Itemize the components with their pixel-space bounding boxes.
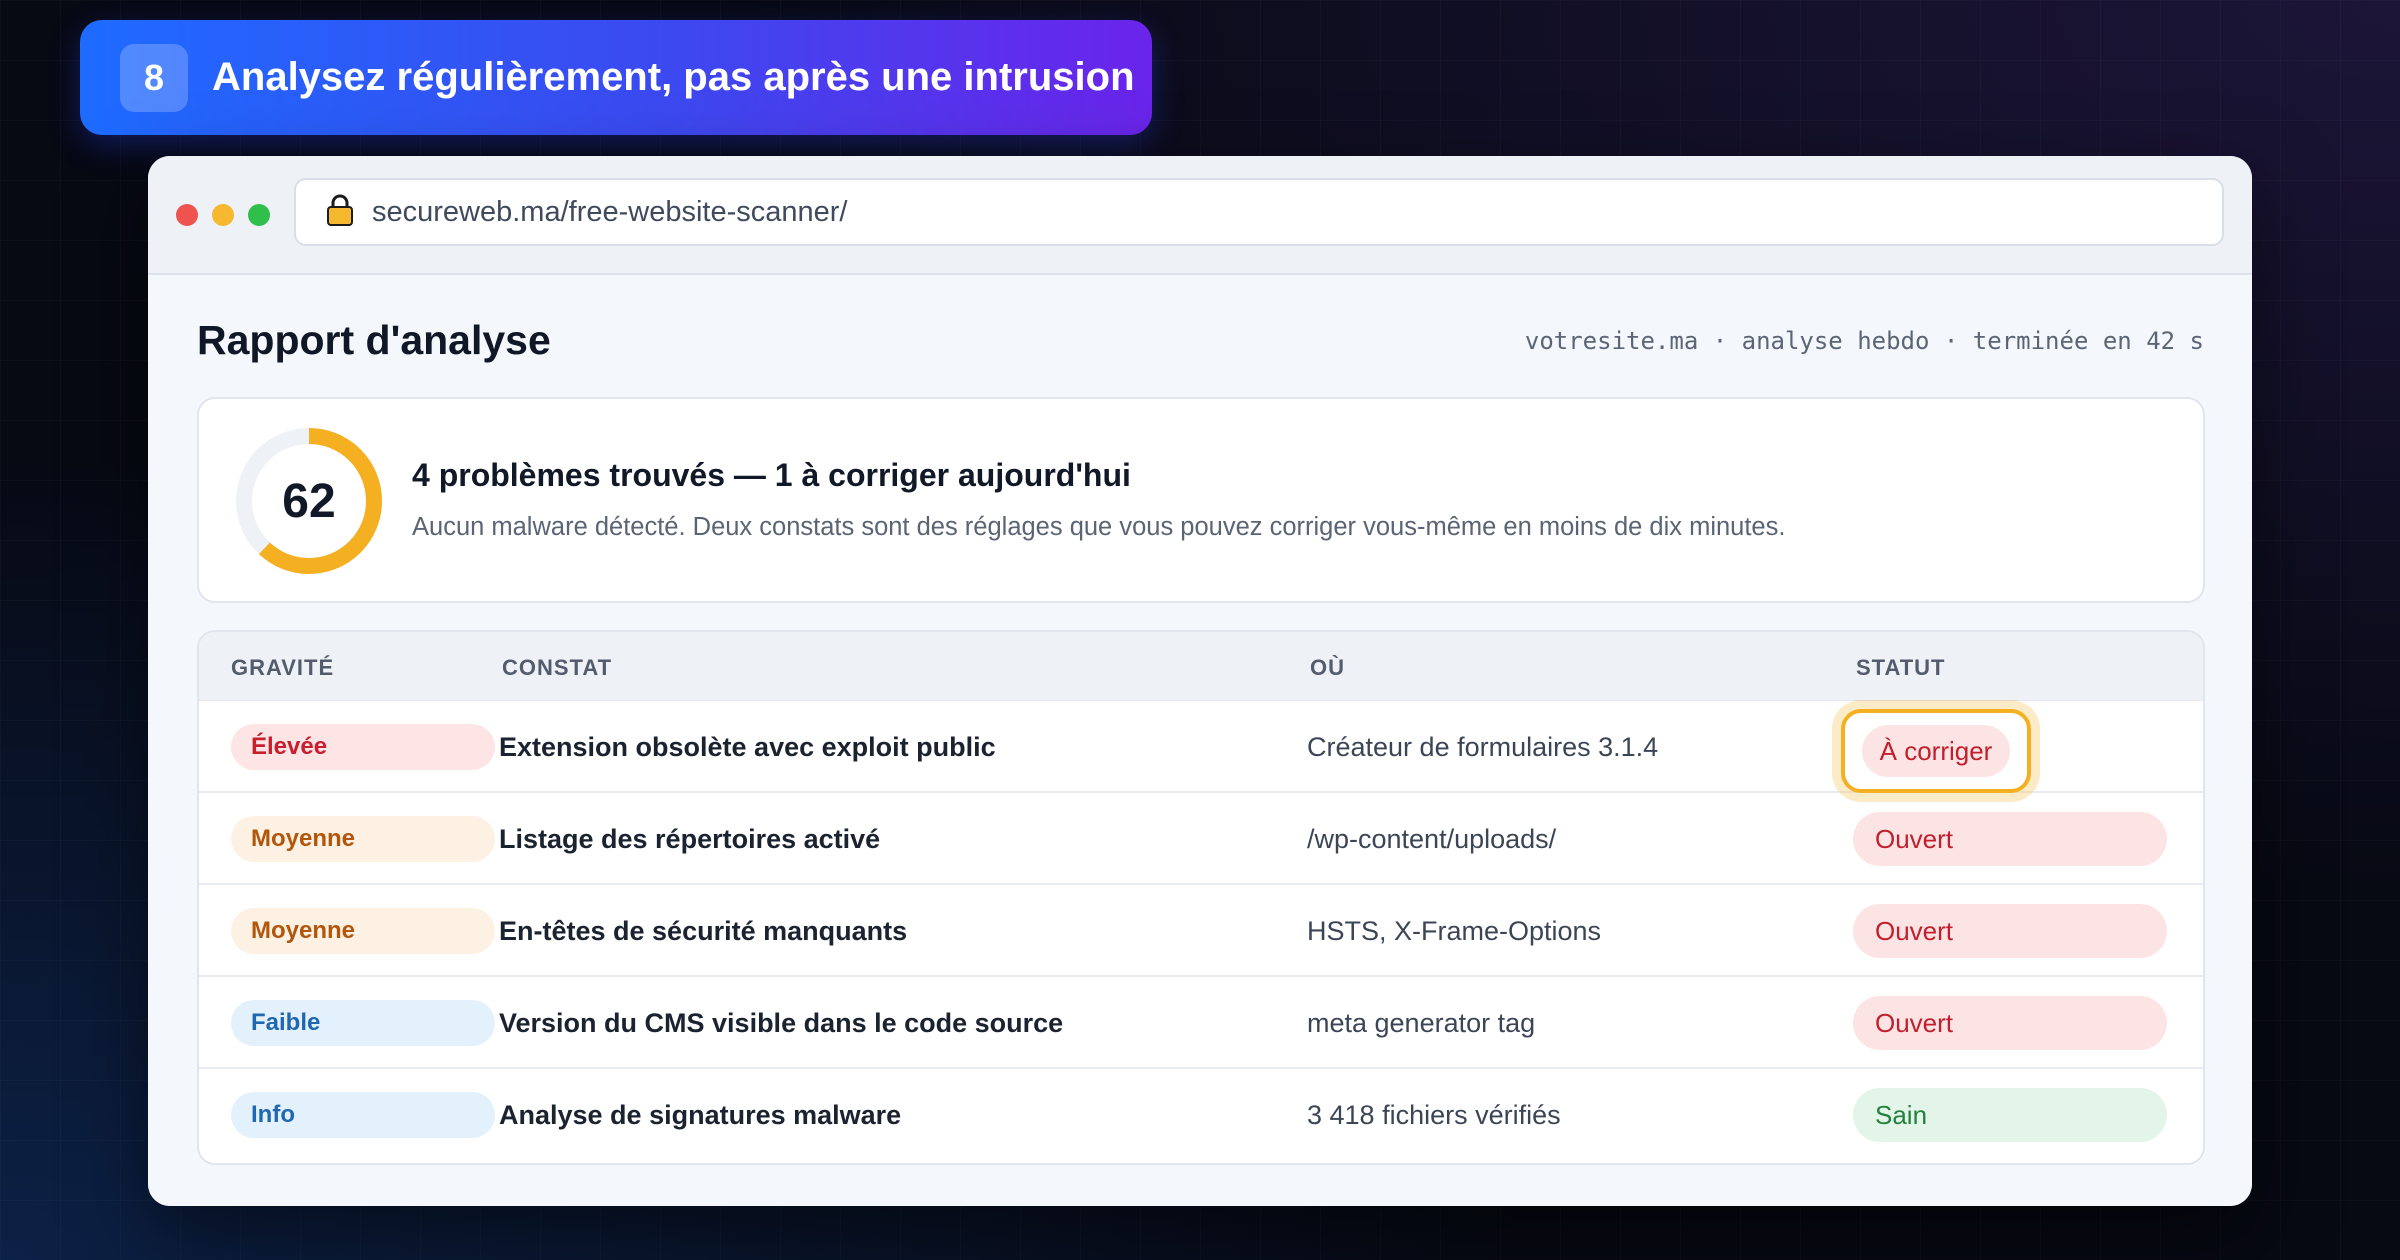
severity-badge: Moyenne <box>231 816 495 862</box>
scan-meta: votresite.ma · analyse hebdo · terminée … <box>1524 327 2204 355</box>
page-title: Rapport d'analyse <box>197 317 551 363</box>
page-content: Rapport d'analyse votresite.ma · analyse… <box>148 275 2252 1206</box>
browser-window: secureweb.ma/free-website-scanner/ Rappo… <box>148 156 2252 1206</box>
maximize-window-button[interactable] <box>248 204 270 226</box>
location-text: meta generator tag <box>1307 1008 1536 1038</box>
location-text: /wp-content/uploads/ <box>1307 824 1557 854</box>
status-highlight: À corriger <box>1841 709 2031 793</box>
summary-card: 62 4 problèmes trouvés — 1 à corriger au… <box>197 397 2205 603</box>
summary-subtext: Aucun malware détecté. Deux constats son… <box>412 513 1786 541</box>
severity-badge: Moyenne <box>231 908 495 954</box>
severity-badge: Faible <box>231 1000 495 1046</box>
location-text: 3 418 fichiers vérifiés <box>1307 1100 1561 1130</box>
table-row[interactable]: Info Analyse de signatures malware 3 418… <box>199 1069 2203 1161</box>
table-header: GRAVITÉ CONSTAT OÙ STATUT <box>199 632 2203 701</box>
table-row[interactable]: Moyenne Listage des répertoires activé /… <box>199 793 2203 885</box>
status-badge[interactable]: Sain <box>1853 1088 2167 1142</box>
url-text: secureweb.ma/free-website-scanner/ <box>372 195 848 228</box>
step-banner: 8 Analysez régulièrement, pas après une … <box>80 20 1152 135</box>
status-badge[interactable]: À corriger <box>1861 725 2011 777</box>
location-text: HSTS, X-Frame-Options <box>1307 916 1602 946</box>
finding-text: Extension obsolète avec exploit public <box>499 732 996 762</box>
step-number: 8 <box>120 43 188 112</box>
table-row[interactable]: Élevée Extension obsolète avec exploit p… <box>199 701 2203 793</box>
finding-text: Version du CMS visible dans le code sour… <box>499 1008 1064 1038</box>
finding-text: Analyse de signatures malware <box>499 1100 902 1130</box>
findings-table: GRAVITÉ CONSTAT OÙ STATUT Élevée Extensi… <box>197 630 2205 1165</box>
status-badge[interactable]: Ouvert <box>1853 996 2167 1050</box>
severity-badge: Info <box>231 1092 495 1138</box>
status-badge[interactable]: Ouvert <box>1853 904 2167 958</box>
finding-text: En-têtes de sécurité manquants <box>499 916 908 946</box>
browser-toolbar: secureweb.ma/free-website-scanner/ <box>148 156 2252 275</box>
close-window-button[interactable] <box>176 204 198 226</box>
severity-badge: Élevée <box>231 724 495 770</box>
location-text: Créateur de formulaires 3.1.4 <box>1307 732 1659 762</box>
address-bar[interactable]: secureweb.ma/free-website-scanner/ <box>294 178 2224 246</box>
minimize-window-button[interactable] <box>212 204 234 226</box>
header-finding: CONSTAT <box>502 655 613 680</box>
finding-text: Listage des répertoires activé <box>499 824 881 854</box>
header-status: STATUT <box>1856 655 1946 680</box>
score-value: 62 <box>282 474 336 528</box>
table-row[interactable]: Moyenne En-têtes de sécurité manquants H… <box>199 885 2203 977</box>
header-severity: GRAVITÉ <box>231 655 335 680</box>
status-badge[interactable]: Ouvert <box>1853 812 2167 866</box>
summary-headline: 4 problèmes trouvés — 1 à corriger aujou… <box>412 457 1131 493</box>
step-title: Analysez régulièrement, pas après une in… <box>212 55 1135 99</box>
header-location: OÙ <box>1310 655 1345 680</box>
lock-icon <box>326 193 354 232</box>
table-row[interactable]: Faible Version du CMS visible dans le co… <box>199 977 2203 1069</box>
